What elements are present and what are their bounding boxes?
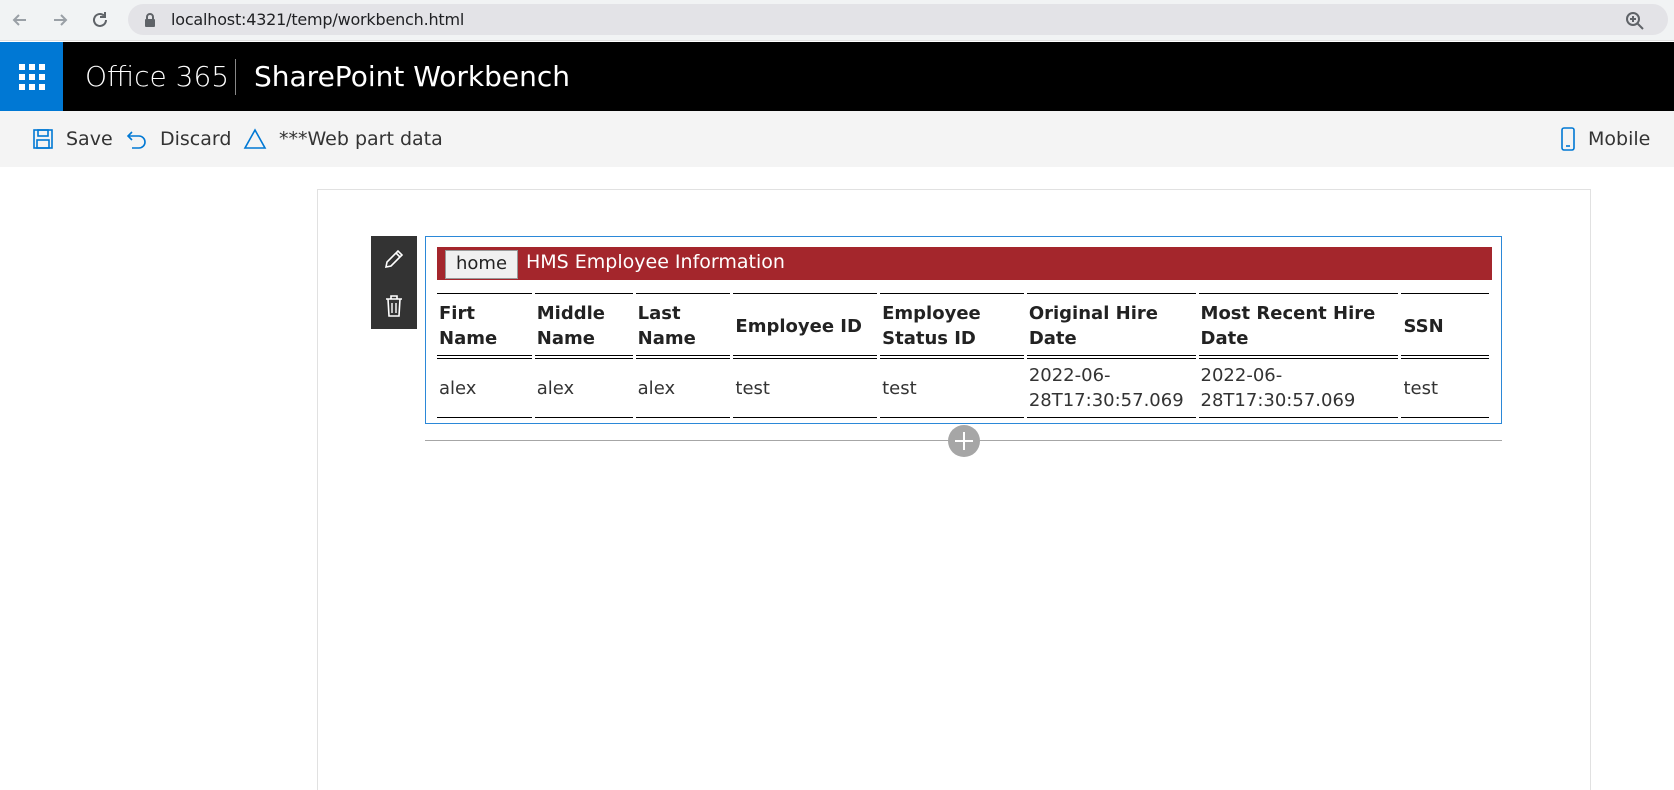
webpart-data-label: ***Web part data bbox=[279, 128, 443, 150]
column-header[interactable]: SSN bbox=[1401, 293, 1489, 359]
webpart-data-button[interactable]: ***Web part data bbox=[243, 111, 443, 167]
home-button[interactable]: home bbox=[445, 250, 519, 279]
trash-icon bbox=[386, 295, 402, 317]
add-webpart-button[interactable] bbox=[948, 425, 980, 457]
column-header[interactable]: Original Hire Date bbox=[1026, 293, 1196, 359]
table-cell: test bbox=[1401, 359, 1489, 418]
table-row[interactable]: alex alex alex test test 2022-06-28T17:3… bbox=[437, 359, 1489, 418]
column-header[interactable]: Firt Name bbox=[437, 293, 532, 359]
back-arrow-icon[interactable] bbox=[8, 8, 32, 32]
column-header[interactable]: Employee Status ID bbox=[880, 293, 1024, 359]
column-header[interactable]: Last Name bbox=[635, 293, 731, 359]
table-header-row: Firt Name Middle Name Last Name Employee… bbox=[437, 293, 1489, 359]
command-bar: Save Discard ***Web part data Mobile bbox=[0, 111, 1674, 167]
brand-title[interactable]: Office 365 bbox=[85, 60, 229, 93]
mobile-label: Mobile bbox=[1588, 128, 1651, 150]
lock-icon bbox=[144, 13, 156, 32]
table-cell: test bbox=[880, 359, 1024, 418]
table-cell: test bbox=[733, 359, 878, 418]
app-launcher-button[interactable] bbox=[0, 42, 63, 111]
employee-table: Firt Name Middle Name Last Name Employee… bbox=[434, 293, 1492, 418]
plus-icon bbox=[955, 432, 973, 450]
address-bar[interactable]: localhost:4321/temp/workbench.html bbox=[128, 4, 1668, 35]
edit-webpart-button[interactable] bbox=[371, 236, 417, 282]
undo-icon bbox=[126, 131, 146, 149]
save-button[interactable]: Save bbox=[32, 111, 113, 167]
webpart-toolbar bbox=[371, 236, 417, 329]
table-cell: alex bbox=[534, 359, 633, 418]
triangle-icon bbox=[243, 128, 267, 149]
column-header[interactable]: Employee ID bbox=[733, 293, 878, 359]
webpart-header: home HMS Employee Information bbox=[437, 247, 1492, 280]
product-title: SharePoint Workbench bbox=[254, 60, 571, 93]
mobile-phone-icon bbox=[1561, 127, 1575, 151]
webpart-title: HMS Employee Information bbox=[526, 251, 785, 273]
waffle-icon bbox=[18, 63, 45, 90]
url-text: localhost:4321/temp/workbench.html bbox=[171, 10, 465, 29]
suite-bar: Office 365 SharePoint Workbench bbox=[0, 42, 1674, 111]
reload-icon[interactable] bbox=[88, 8, 112, 32]
browser-toolbar: localhost:4321/temp/workbench.html bbox=[0, 0, 1674, 41]
save-label: Save bbox=[66, 128, 113, 150]
discard-label: Discard bbox=[160, 128, 232, 150]
pencil-icon bbox=[384, 249, 404, 269]
column-header[interactable]: Most Recent Hire Date bbox=[1198, 293, 1399, 359]
table-cell: alex bbox=[635, 359, 731, 418]
table-cell: alex bbox=[437, 359, 532, 418]
column-header[interactable]: Middle Name bbox=[534, 293, 633, 359]
mobile-button[interactable]: Mobile bbox=[1560, 111, 1650, 167]
zoom-icon[interactable] bbox=[1625, 11, 1645, 36]
forward-arrow-icon[interactable] bbox=[48, 8, 72, 32]
save-icon bbox=[33, 129, 53, 149]
delete-webpart-button[interactable] bbox=[371, 283, 417, 329]
table-cell: 2022-06-28T17:30:57.069 bbox=[1026, 359, 1196, 418]
table-cell: 2022-06-28T17:30:57.069 bbox=[1198, 359, 1399, 418]
suite-divider bbox=[235, 59, 236, 95]
employee-webpart[interactable]: home HMS Employee Information Firt Name … bbox=[425, 236, 1502, 424]
discard-button[interactable]: Discard bbox=[126, 111, 231, 167]
